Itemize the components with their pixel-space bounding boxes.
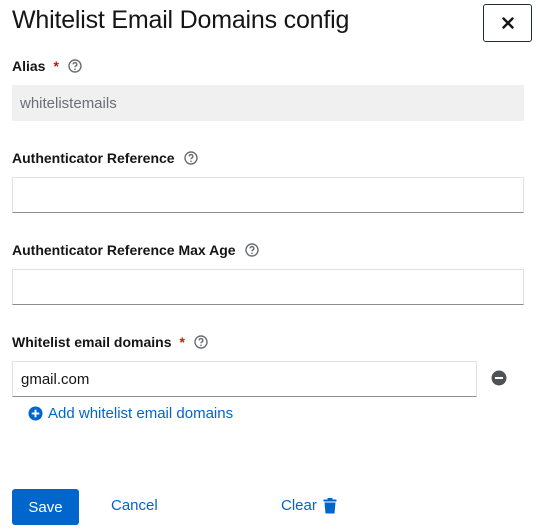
trash-icon xyxy=(323,497,337,513)
whitelist-domains-label-row: Whitelist email domains * xyxy=(12,334,208,350)
add-domain-link[interactable]: Add whitelist email domains xyxy=(28,405,233,422)
add-domain-label: Add whitelist email domains xyxy=(48,405,234,422)
auth-ref-max-age-label-row: Authenticator Reference Max Age xyxy=(12,242,259,258)
auth-ref-max-age-label: Authenticator Reference Max Age xyxy=(12,242,236,258)
close-button[interactable] xyxy=(483,4,532,42)
required-marker: * xyxy=(179,334,185,350)
auth-ref-label-row: Authenticator Reference xyxy=(12,150,198,166)
dialog-title: Whitelist Email Domains config xyxy=(12,6,350,34)
auth-ref-max-age-input[interactable] xyxy=(12,269,524,305)
whitelist-domains-label: Whitelist email domains xyxy=(12,334,172,350)
remove-domain-button[interactable] xyxy=(491,370,507,386)
clear-button[interactable]: Clear xyxy=(281,497,337,514)
alias-input[interactable]: whitelistemails xyxy=(12,85,524,121)
close-icon xyxy=(501,17,514,29)
alias-label: Alias xyxy=(12,58,46,74)
clear-label: Clear xyxy=(281,497,317,514)
alias-label-row: Alias * xyxy=(12,58,82,74)
minus-circle-icon xyxy=(491,370,507,386)
help-icon[interactable] xyxy=(183,151,198,165)
auth-ref-input[interactable] xyxy=(12,177,524,213)
plus-circle-icon xyxy=(28,406,43,421)
cancel-button[interactable]: Cancel xyxy=(111,497,158,514)
help-icon[interactable] xyxy=(68,59,82,73)
whitelist-domain-input[interactable]: gmail.com xyxy=(12,361,477,397)
auth-ref-label: Authenticator Reference xyxy=(12,150,175,166)
help-icon[interactable] xyxy=(194,335,208,349)
help-icon[interactable] xyxy=(244,243,259,257)
save-button[interactable]: Save xyxy=(12,489,79,525)
required-marker: * xyxy=(53,58,59,74)
